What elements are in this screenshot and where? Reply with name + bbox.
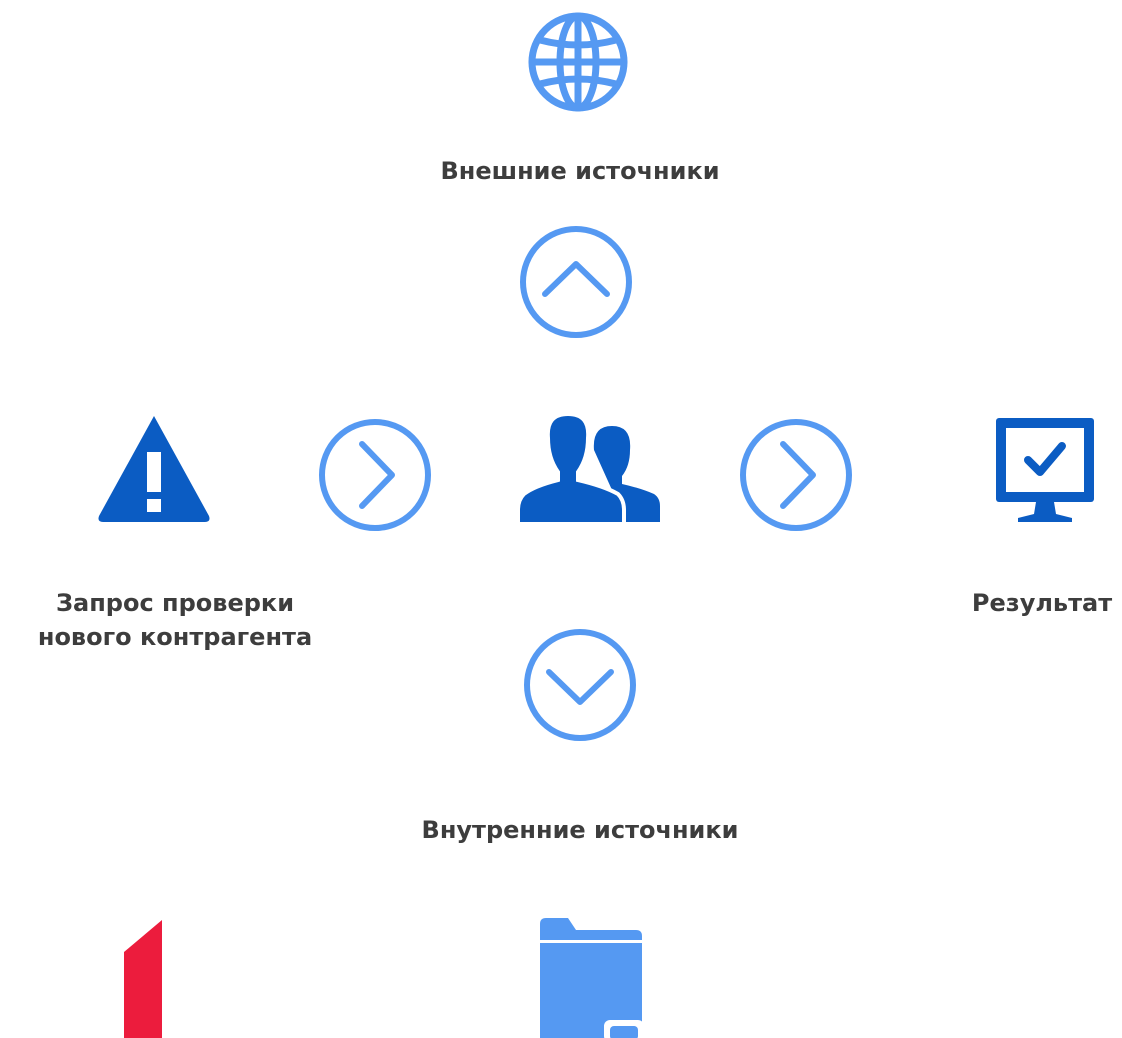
result-label: Результат <box>971 589 1113 617</box>
request-label-line-1: Запрос проверки <box>55 589 295 617</box>
folder-icon <box>540 918 642 1038</box>
monitor-check-icon <box>994 416 1096 524</box>
users-icon <box>516 410 662 526</box>
external-sources-label: Внешние источники <box>440 157 720 185</box>
request-label: Запрос проверки нового контрагента <box>20 586 330 654</box>
chevron-down-icon <box>522 627 638 743</box>
request-label-line-2: нового контрагента <box>37 623 313 651</box>
chevron-right-icon <box>738 417 854 533</box>
warning-icon <box>96 412 212 524</box>
internal-sources-label: Внутренние источники <box>421 816 739 844</box>
chevron-up-icon <box>518 224 634 340</box>
red-logo-icon <box>124 920 164 1038</box>
chevron-right-icon <box>317 417 433 533</box>
globe-icon <box>526 10 630 114</box>
